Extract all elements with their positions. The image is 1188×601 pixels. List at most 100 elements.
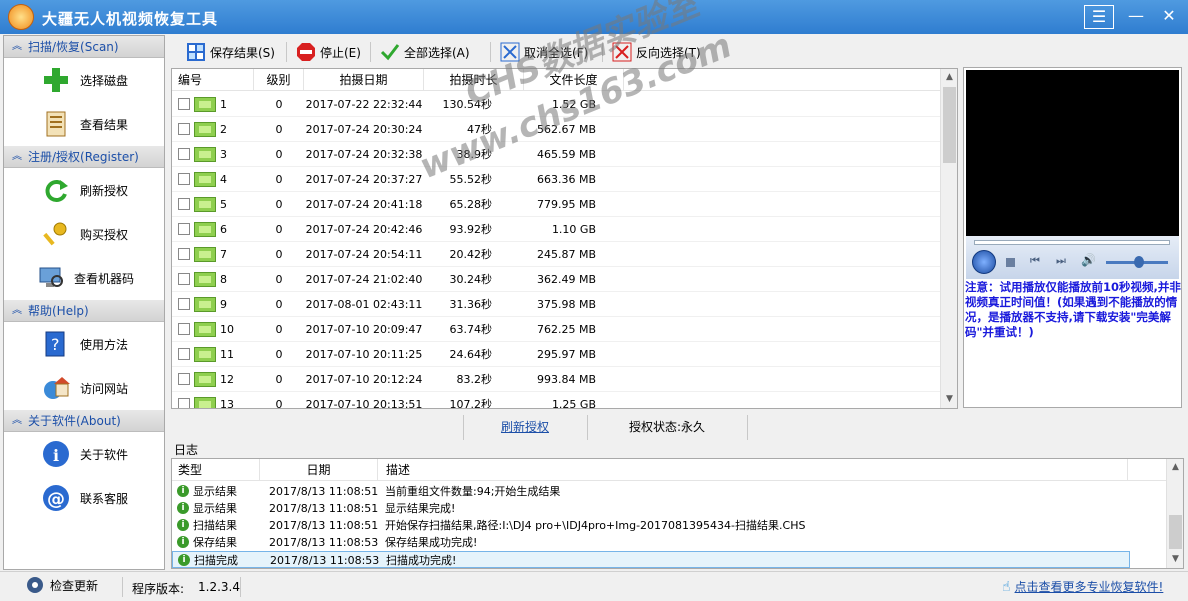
column-header-size[interactable]: 文件长度 [524, 69, 624, 91]
column-header-id[interactable]: 编号 [172, 69, 254, 91]
previous-icon[interactable]: ⏮ [1030, 254, 1040, 268]
refresh-auth-link[interactable]: 刷新授权 [463, 412, 587, 442]
sidebar-item-website[interactable]: 访问网站 [4, 366, 164, 410]
column-header-duration[interactable]: 拍摄时长 [424, 69, 524, 91]
cell-level: 0 [275, 248, 283, 261]
video-file-icon [194, 197, 216, 212]
blue-x-icon [500, 42, 520, 62]
seek-bar[interactable] [974, 240, 1170, 245]
log-scrollbar[interactable]: ▲ ▼ [1166, 459, 1183, 568]
cell-level: 0 [275, 348, 283, 361]
table-row[interactable]: 1 0 2017-07-22 22:32:44 130.54秒 1.52 GB [172, 92, 940, 117]
log-row[interactable]: i 显示结果 2017/8/13 11:08:51 显示结果完成! [172, 500, 1168, 517]
log-desc: 当前重组文件数量:94;开始生成结果 [385, 485, 561, 498]
table-row[interactable]: 5 0 2017-07-24 20:41:18 65.28秒 779.95 MB [172, 192, 940, 217]
table-row[interactable]: 11 0 2017-07-10 20:11:25 24.64秒 295.97 MB [172, 342, 940, 367]
volume-thumb[interactable] [1134, 256, 1144, 268]
row-checkbox[interactable] [178, 298, 190, 310]
table-row[interactable]: 4 0 2017-07-24 20:37:27 55.52秒 663.36 MB [172, 167, 940, 192]
save-results-button[interactable]: 保存结果(S) [186, 40, 275, 64]
scroll-down-icon[interactable]: ▼ [941, 391, 957, 408]
row-checkbox[interactable] [178, 198, 190, 210]
row-checkbox[interactable] [178, 98, 190, 110]
sidebar-item-label: 查看结果 [80, 118, 129, 132]
play-icon[interactable] [972, 250, 996, 274]
auth-bar: 刷新授权 授权状态:永久 [171, 412, 1186, 442]
volume-icon[interactable]: 🔊 [1081, 253, 1096, 267]
scroll-thumb[interactable] [943, 87, 956, 163]
log-row[interactable]: i 保存结果 2017/8/13 11:08:53 保存结果成功完成! [172, 534, 1168, 551]
cell-id: 7 [220, 248, 227, 261]
log-column-date[interactable]: 日期 [260, 459, 378, 481]
refresh-icon [45, 180, 68, 202]
sidebar-item-select-disk[interactable]: 选择磁盘 [4, 58, 164, 102]
sidebar-item-about[interactable]: i 关于软件 [4, 432, 164, 476]
video-area[interactable] [966, 70, 1179, 236]
stop-button[interactable]: 停止(E) [296, 40, 361, 64]
row-checkbox[interactable] [178, 323, 190, 335]
select-all-button[interactable]: 全部选择(A) [380, 40, 470, 64]
log-column-type[interactable]: 类型 [172, 459, 260, 481]
table-row[interactable]: 13 0 2017-07-10 20:13:51 107.2秒 1.25 GB [172, 392, 940, 408]
table-row[interactable]: 3 0 2017-07-24 20:32:38 38.9秒 465.59 MB [172, 142, 940, 167]
check-update-button[interactable]: 检查更新 [26, 576, 98, 594]
video-file-icon [194, 147, 216, 162]
cell-duration: 20.42秒 [449, 248, 493, 261]
table-row[interactable]: 2 0 2017-07-24 20:30:24 47秒 562.67 MB [172, 117, 940, 142]
row-checkbox[interactable] [178, 373, 190, 385]
next-icon[interactable]: ⏭ [1056, 254, 1066, 268]
table-row[interactable]: 7 0 2017-07-24 20:54:11 20.42秒 245.87 MB [172, 242, 940, 267]
scroll-down-icon[interactable]: ▼ [1167, 551, 1183, 568]
sidebar-item-view-results[interactable]: 查看结果 [4, 102, 164, 146]
row-checkbox[interactable] [178, 273, 190, 285]
log-row[interactable]: i 扫描结果 2017/8/13 11:08:51 开始保存扫描结果,路径:I:\DJ… [172, 517, 1168, 534]
cell-id: 5 [220, 198, 227, 211]
menu-button[interactable]: ☰ [1084, 5, 1114, 29]
close-icon: ✕ [1162, 6, 1176, 25]
sidebar-section-scan[interactable]: ︽ 扫描/恢复(Scan) [4, 36, 164, 58]
scroll-thumb[interactable] [1169, 515, 1182, 549]
sidebar-item-refresh-auth[interactable]: 刷新授权 [4, 168, 164, 212]
row-checkbox[interactable] [178, 223, 190, 235]
column-header-level[interactable]: 级别 [254, 69, 304, 91]
row-checkbox[interactable] [178, 173, 190, 185]
table-row[interactable]: 12 0 2017-07-10 20:12:24 83.2秒 993.84 MB [172, 367, 940, 392]
cell-level: 0 [275, 148, 283, 161]
table-row[interactable]: 8 0 2017-07-24 21:02:40 30.24秒 362.49 MB [172, 267, 940, 292]
video-file-icon [194, 247, 216, 262]
table-row[interactable]: 10 0 2017-07-10 20:09:47 63.74秒 762.25 MB [172, 317, 940, 342]
row-checkbox[interactable] [178, 148, 190, 160]
sidebar-item-usage[interactable]: ? 使用方法 [4, 322, 164, 366]
app-logo-icon [8, 4, 34, 30]
row-checkbox[interactable] [178, 248, 190, 260]
sidebar-item-contact[interactable]: @ 联系客服 [4, 476, 164, 520]
column-header-date[interactable]: 拍摄日期 [304, 69, 424, 91]
cell-id: 11 [220, 348, 234, 361]
sidebar-section-help[interactable]: ︽ 帮助(Help) [4, 300, 164, 322]
log-column-desc[interactable]: 描述 [378, 459, 1128, 481]
row-checkbox[interactable] [178, 348, 190, 360]
table-scrollbar[interactable]: ▲ ▼ [940, 69, 957, 408]
scroll-up-icon[interactable]: ▲ [1167, 459, 1183, 476]
close-button[interactable]: ✕ [1154, 5, 1184, 29]
row-checkbox[interactable] [178, 123, 190, 135]
stop-icon[interactable] [1006, 258, 1015, 267]
info-icon: i [43, 441, 69, 467]
cell-level: 0 [275, 98, 283, 111]
row-checkbox[interactable] [178, 398, 190, 408]
log-row[interactable]: i 显示结果 2017/8/13 11:08:51 当前重组文件数量:94;开始生成结… [172, 483, 1168, 500]
sidebar-item-buy-auth[interactable]: 购买授权 [4, 212, 164, 256]
sidebar-item-machine-code[interactable]: 查看机器码 [4, 256, 164, 300]
scroll-up-icon[interactable]: ▲ [941, 69, 957, 86]
sidebar-section-about[interactable]: ︽ 关于软件(About) [4, 410, 164, 432]
table-row[interactable]: 6 0 2017-07-24 20:42:46 93.92秒 1.10 GB [172, 217, 940, 242]
invert-selection-button[interactable]: 反向选择(T) [612, 40, 701, 64]
log-row[interactable]: i 扫描完成 2017/8/13 11:08:53 扫描成功完成! [172, 551, 1130, 568]
cell-level: 0 [275, 198, 283, 211]
deselect-all-button[interactable]: 取消全选(F) [500, 40, 588, 64]
save-grid-icon [187, 43, 205, 61]
minimize-button[interactable]: — [1121, 5, 1151, 29]
sidebar-section-register[interactable]: ︽ 注册/授权(Register) [4, 146, 164, 168]
more-software-link[interactable]: ☝ 点击查看更多专业恢复软件! [1002, 578, 1163, 595]
table-row[interactable]: 9 0 2017-08-01 02:43:11 31.36秒 375.98 MB [172, 292, 940, 317]
